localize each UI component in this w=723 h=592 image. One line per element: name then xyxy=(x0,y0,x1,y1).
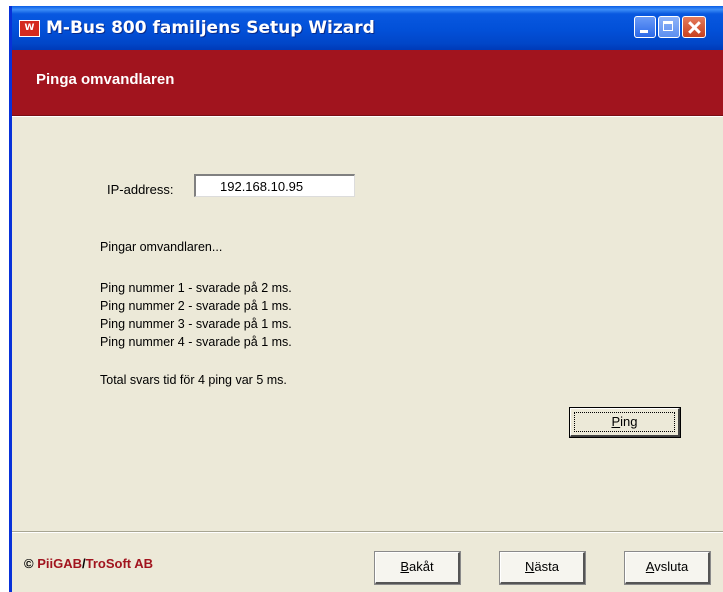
ping-button[interactable]: Ping xyxy=(569,407,681,438)
window-title: M-Bus 800 familjens Setup Wizard xyxy=(46,18,375,38)
copyright-symbol: © xyxy=(24,556,34,571)
wizard-window: W M-Bus 800 familjens Setup Wizard Pinga… xyxy=(9,6,723,592)
app-icon[interactable]: W xyxy=(19,20,40,37)
copyright-notice: © PiiGAB/TroSoft AB xyxy=(24,556,153,571)
back-button-mnemonic: B xyxy=(400,559,410,574)
brand-trosoft: TroSoft AB xyxy=(85,556,154,571)
ping-result-line-1: Ping nummer 1 - svarade på 2 ms. xyxy=(100,281,292,295)
next-button-mnemonic: N xyxy=(525,559,535,574)
ping-result-line-4: Ping nummer 4 - svarade på 1 ms. xyxy=(100,335,292,349)
ping-status-text: Pingar omvandlaren... xyxy=(100,240,223,254)
title-bar[interactable]: W M-Bus 800 familjens Setup Wizard xyxy=(12,6,723,50)
footer-divider xyxy=(12,531,723,533)
minimize-button[interactable] xyxy=(634,16,656,38)
focus-rectangle xyxy=(574,412,675,432)
ping-total-text: Total svars tid för 4 ping var 5 ms. xyxy=(100,373,287,387)
ip-address-field[interactable] xyxy=(194,174,355,197)
back-button-label: akåt xyxy=(409,559,434,574)
exit-button-label: vsluta xyxy=(654,559,689,574)
ip-address-label: IP-address: xyxy=(107,182,174,197)
header-divider xyxy=(12,116,723,117)
ping-result-line-3: Ping nummer 3 - svarade på 1 ms. xyxy=(100,317,292,331)
brand-piigab: PiiGAB xyxy=(37,556,83,571)
next-button[interactable]: Nästa xyxy=(499,551,586,585)
page-title: Pinga omvandlaren xyxy=(36,71,175,88)
next-button-label: ästa xyxy=(534,559,559,574)
back-button[interactable]: Bakåt xyxy=(374,551,461,585)
close-button[interactable] xyxy=(682,16,706,38)
exit-button[interactable]: Avsluta xyxy=(624,551,711,585)
maximize-button[interactable] xyxy=(658,16,680,38)
ping-result-line-2: Ping nummer 2 - svarade på 1 ms. xyxy=(100,299,292,313)
wizard-header: Pinga omvandlaren xyxy=(12,50,723,116)
exit-button-mnemonic: A xyxy=(645,559,655,574)
